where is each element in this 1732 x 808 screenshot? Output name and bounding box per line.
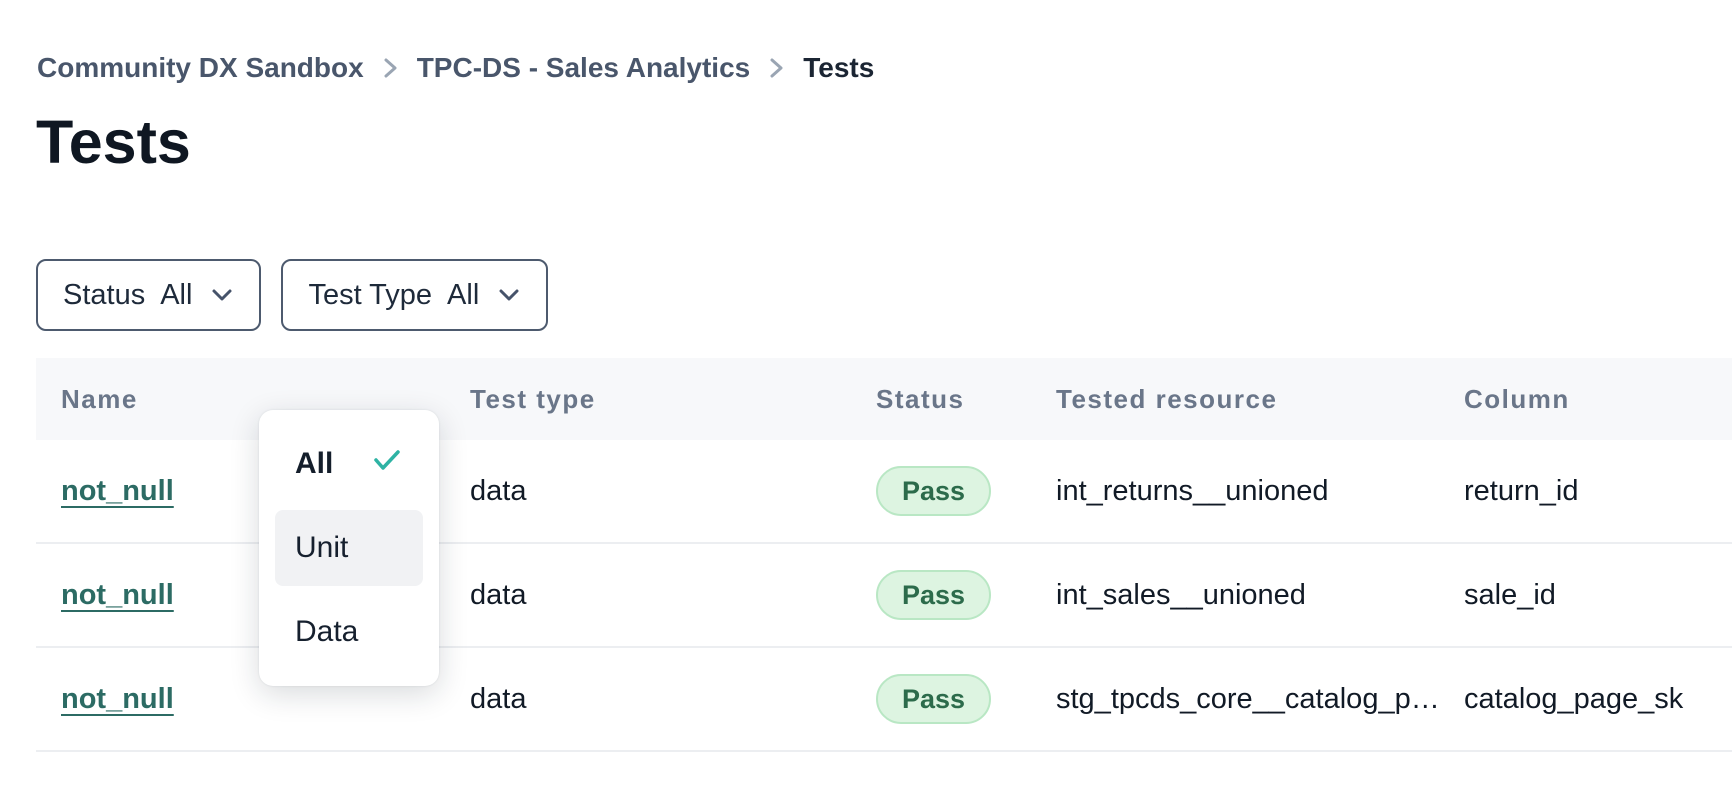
status-badge: Pass <box>876 466 991 516</box>
breadcrumb-item-project[interactable]: Community DX Sandbox <box>37 52 364 84</box>
status-badge: Pass <box>876 674 991 724</box>
test-type-filter-label: Test Type <box>308 279 432 312</box>
test-name-link[interactable]: not_null <box>61 683 174 715</box>
tested-resource-cell: int_sales__unioned <box>1031 579 1439 612</box>
dropdown-option-label: Unit <box>295 531 348 565</box>
page-title: Tests <box>36 110 1732 174</box>
column-header-tested-resource: Tested resource <box>1031 384 1439 415</box>
status-filter-label: Status <box>63 279 145 312</box>
column-cell: return_id <box>1439 475 1732 508</box>
status-filter-value: All <box>160 279 192 312</box>
check-icon <box>371 446 403 482</box>
status-filter-button[interactable]: Status All <box>36 259 261 331</box>
filter-bar: Status All Test Type All <box>36 259 1732 331</box>
breadcrumb-item-environment[interactable]: TPC-DS - Sales Analytics <box>417 52 751 84</box>
chevron-down-icon <box>210 287 234 303</box>
test-type-cell: data <box>445 579 851 612</box>
column-header-column: Column <box>1439 384 1732 415</box>
breadcrumb-item-current: Tests <box>803 52 874 84</box>
tests-page: { "breadcrumb": { "items": [ { "label": … <box>0 52 1732 808</box>
column-cell: sale_id <box>1439 579 1732 612</box>
dropdown-option-data[interactable]: Data <box>275 594 423 670</box>
test-type-filter-value: All <box>447 279 479 312</box>
test-name-link[interactable]: not_null <box>61 579 174 611</box>
breadcrumb: Community DX Sandbox TPC-DS - Sales Anal… <box>37 52 1732 84</box>
test-name-link[interactable]: not_null <box>61 475 174 507</box>
chevron-right-icon <box>768 54 785 82</box>
test-type-dropdown-menu: All Unit Data <box>259 410 439 686</box>
test-type-cell: data <box>445 475 851 508</box>
column-header-test-type: Test type <box>445 384 851 415</box>
dropdown-option-label: All <box>295 447 333 481</box>
column-header-status: Status <box>851 384 1031 415</box>
dropdown-option-label: Data <box>295 615 358 649</box>
chevron-right-icon <box>382 54 399 82</box>
tested-resource-cell: stg_tpcds_core__catalog_p… <box>1031 683 1439 716</box>
chevron-down-icon <box>497 287 521 303</box>
dropdown-option-unit[interactable]: Unit <box>275 510 423 586</box>
test-type-cell: data <box>445 683 851 716</box>
column-cell: catalog_page_sk <box>1439 683 1732 716</box>
dropdown-option-all[interactable]: All <box>275 426 423 502</box>
tested-resource-cell: int_returns__unioned <box>1031 475 1439 508</box>
status-badge: Pass <box>876 570 991 620</box>
test-type-filter-button[interactable]: Test Type All <box>281 259 548 331</box>
